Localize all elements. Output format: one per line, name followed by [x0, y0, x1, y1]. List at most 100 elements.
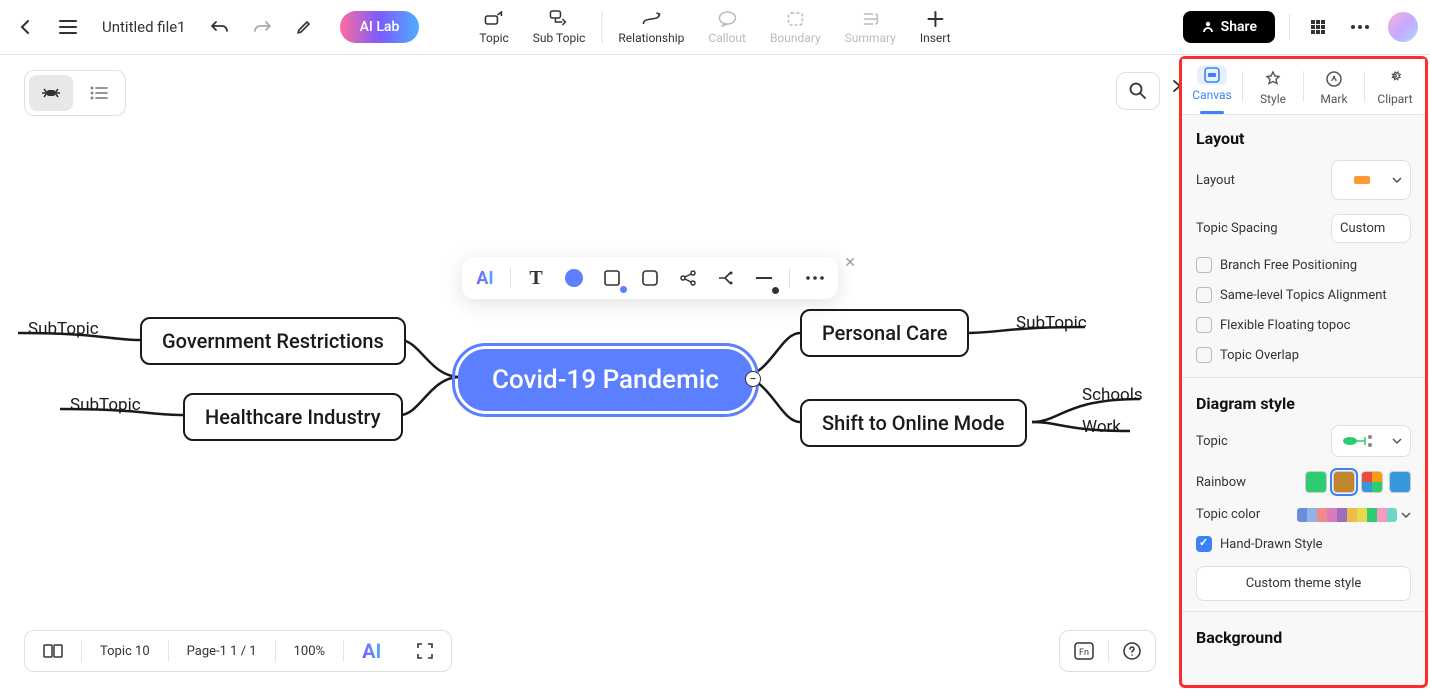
rainbow-row: Rainbow: [1196, 471, 1411, 493]
share-button[interactable]: Share: [1183, 11, 1275, 43]
ai-lab-button[interactable]: AI Lab: [340, 11, 420, 43]
checkbox-icon: [1196, 317, 1212, 333]
pages-icon[interactable]: [25, 631, 81, 671]
rainbow-options: [1305, 471, 1411, 493]
topic-style-thumb-icon: [1340, 432, 1380, 450]
subtopic-work[interactable]: Work: [1082, 417, 1121, 437]
divider: [1182, 611, 1425, 612]
menu-icon[interactable]: [54, 13, 82, 41]
diagram-section-title: Diagram style: [1196, 394, 1411, 413]
border-button[interactable]: [637, 265, 663, 291]
share-node-icon[interactable]: [675, 265, 701, 291]
rainbow-option-3[interactable]: [1361, 471, 1383, 493]
color-palette[interactable]: [1297, 508, 1397, 522]
right-panel: Canvas Style Mark Clipart Layout Layout …: [1179, 56, 1428, 688]
topic-node-gov[interactable]: Government Restrictions: [140, 317, 406, 365]
tab-style[interactable]: Style: [1243, 59, 1303, 114]
rainbow-option-4[interactable]: [1389, 471, 1411, 493]
layout-row: Layout: [1196, 160, 1411, 200]
top-center-tools: Topic Sub Topic Relationship Callout Bou…: [467, 5, 962, 49]
subtopic-button[interactable]: Sub Topic: [521, 5, 598, 49]
insert-button[interactable]: Insert: [908, 5, 963, 49]
page-indicator[interactable]: Page-1 1 / 1: [169, 631, 275, 671]
fill-color-button[interactable]: [561, 265, 587, 291]
topic-style-select[interactable]: [1331, 425, 1411, 457]
redo-icon[interactable]: [248, 13, 276, 41]
subtopic-label[interactable]: SubTopic: [28, 319, 99, 339]
check-flexible[interactable]: Flexible Floating topoc: [1196, 317, 1411, 333]
summary-button: Summary: [833, 5, 908, 49]
more-icon[interactable]: [1346, 13, 1374, 41]
help-button[interactable]: [1109, 631, 1155, 671]
brush-icon[interactable]: [290, 13, 318, 41]
subtopic-label[interactable]: SubTopic: [1016, 313, 1087, 333]
chevron-down-icon[interactable]: [1401, 512, 1411, 518]
checkbox-icon: [1196, 257, 1212, 273]
file-title[interactable]: Untitled file1: [102, 18, 186, 36]
check-same-level[interactable]: Same-level Topics Alignment: [1196, 287, 1411, 303]
collapse-toggle-icon[interactable]: −: [745, 371, 761, 387]
separator: [510, 268, 511, 288]
topic-node-health[interactable]: Healthcare Industry: [183, 393, 403, 441]
top-toolbar: Untitled file1 AI Lab Topic Sub Topic Re…: [0, 0, 1430, 55]
tab-clipart[interactable]: Clipart: [1365, 59, 1425, 114]
checkbox-icon: [1196, 536, 1212, 552]
tab-canvas[interactable]: Canvas: [1182, 59, 1242, 114]
topic-button[interactable]: Topic: [467, 5, 520, 49]
panel-tabs: Canvas Style Mark Clipart: [1182, 59, 1425, 115]
back-icon[interactable]: [12, 13, 40, 41]
top-right-group: Share: [1183, 11, 1418, 43]
shape-button[interactable]: [599, 265, 625, 291]
subtopic-label[interactable]: SubTopic: [70, 395, 141, 415]
topic-node-personal[interactable]: Personal Care: [800, 309, 969, 357]
rainbow-option-2[interactable]: [1333, 471, 1355, 493]
undo-icon[interactable]: [206, 13, 234, 41]
bottom-right-bar: Fn: [1059, 630, 1156, 672]
center-node[interactable]: Covid-19 Pandemic: [458, 349, 753, 411]
check-overlap[interactable]: Topic Overlap: [1196, 347, 1411, 363]
ai-button[interactable]: AI: [472, 265, 498, 291]
check-hand-drawn[interactable]: Hand-Drawn Style: [1196, 536, 1411, 552]
checkbox-icon: [1196, 287, 1212, 303]
spacing-select[interactable]: Custom: [1331, 214, 1411, 243]
rainbow-option-1[interactable]: [1305, 471, 1327, 493]
fullscreen-button[interactable]: [399, 631, 451, 671]
boundary-button: Boundary: [758, 5, 833, 49]
avatar[interactable]: [1388, 12, 1418, 42]
divider: [1182, 377, 1425, 378]
close-toolbar-icon[interactable]: ✕: [844, 255, 856, 271]
layout-thumb-icon: [1340, 167, 1382, 193]
chevron-down-icon: [1392, 438, 1402, 444]
fn-button[interactable]: Fn: [1060, 631, 1108, 671]
panel-body: Layout Layout Topic Spacing Custom Branc…: [1182, 115, 1425, 673]
top-left-group: Untitled file1 AI Lab: [12, 11, 419, 43]
branch-icon[interactable]: [713, 265, 739, 291]
topic-node-online[interactable]: Shift to Online Mode: [800, 399, 1027, 447]
tab-mark[interactable]: Mark: [1304, 59, 1364, 114]
checkbox-icon: [1196, 347, 1212, 363]
canvas-area[interactable]: Covid-19 Pandemic − Government Restricti…: [0, 55, 1180, 690]
more-options-icon[interactable]: [802, 265, 828, 291]
check-branch-free[interactable]: Branch Free Positioning: [1196, 257, 1411, 273]
layout-select[interactable]: [1331, 160, 1411, 200]
spacing-row: Topic Spacing Custom: [1196, 214, 1411, 243]
separator: [789, 268, 790, 288]
ai-bottom-button[interactable]: AI: [344, 631, 399, 671]
svg-text:Fn: Fn: [1079, 648, 1089, 658]
subtopic-schools[interactable]: Schools: [1082, 385, 1143, 405]
relationship-button[interactable]: Relationship: [606, 5, 696, 49]
floating-toolbar: AI T ✕: [462, 257, 838, 299]
text-button[interactable]: T: [523, 265, 549, 291]
chevron-down-icon: [1392, 177, 1402, 183]
line-style-icon[interactable]: [751, 265, 777, 291]
apps-grid-icon[interactable]: [1304, 13, 1332, 41]
custom-theme-button[interactable]: Custom theme style: [1196, 566, 1411, 601]
layout-section-title: Layout: [1196, 129, 1411, 148]
separator: [601, 11, 602, 43]
topic-count[interactable]: Topic 10: [82, 631, 168, 671]
background-section-title: Background: [1196, 628, 1411, 647]
topic-color-row: Topic color: [1196, 507, 1411, 522]
callout-button: Callout: [696, 5, 758, 49]
topic-style-row: Topic: [1196, 425, 1411, 457]
zoom-level[interactable]: 100%: [276, 631, 343, 671]
